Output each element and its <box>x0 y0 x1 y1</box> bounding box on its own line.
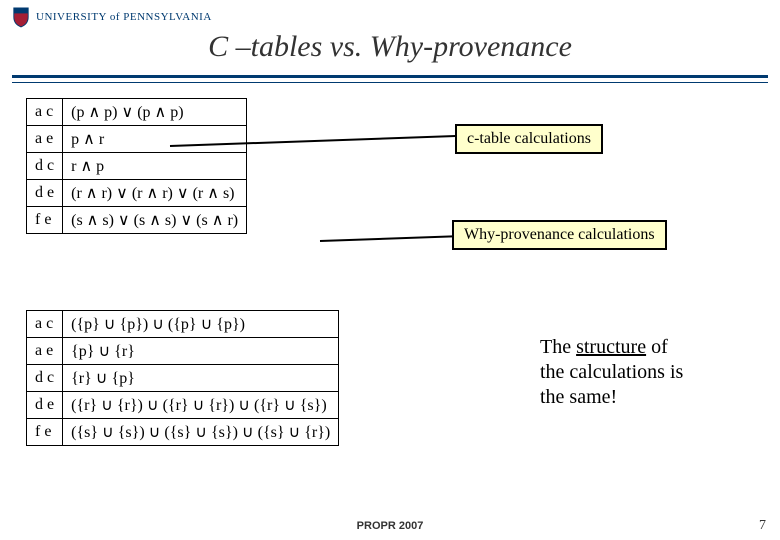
whyprov-table: a c({p} ∪ {p}) ∪ ({p} ∪ {p}) a e{p} ∪ {r… <box>26 310 339 446</box>
shield-icon <box>12 6 30 28</box>
university-branding: UNIVERSITY of PENNSYLVANIA <box>12 6 212 28</box>
table-row: d e({r} ∪ {r}) ∪ ({r} ∪ {r}) ∪ ({r} ∪ {s… <box>27 392 339 419</box>
footer-text: PROPR 2007 <box>0 520 780 532</box>
table-row: a e{p} ∪ {r} <box>27 338 339 365</box>
slide-title: C –tables vs. Why-provenance <box>0 30 780 64</box>
university-name: UNIVERSITY of PENNSYLVANIA <box>36 11 212 23</box>
table-row: a c(p ∧ p) ∨ (p ∧ p) <box>27 99 247 126</box>
table-row: f e(s ∧ s) ∨ (s ∧ s) ∨ (s ∧ r) <box>27 207 247 234</box>
table-row: f e({s} ∪ {s}) ∪ ({s} ∪ {s}) ∪ ({s} ∪ {r… <box>27 419 339 446</box>
table-row: d cr ∧ p <box>27 153 247 180</box>
ctable-table: a c(p ∧ p) ∨ (p ∧ p) a ep ∧ r d cr ∧ p d… <box>26 98 247 234</box>
title-rule-thin <box>12 82 768 83</box>
callout-connector <box>320 235 460 242</box>
whyprov-callout: Why-provenance calculations <box>452 220 667 250</box>
table-row: d c{r} ∪ {p} <box>27 365 339 392</box>
table-row: a c({p} ∪ {p}) ∪ ({p} ∪ {p}) <box>27 311 339 338</box>
ctable-callout: c-table calculations <box>455 124 603 154</box>
page-number: 7 <box>759 518 766 534</box>
title-rule-thick <box>12 75 768 78</box>
structure-note: The structure of the calculations is the… <box>540 335 683 410</box>
table-row: d e(r ∧ r) ∨ (r ∧ r) ∨ (r ∧ s) <box>27 180 247 207</box>
table-row: a ep ∧ r <box>27 126 247 153</box>
